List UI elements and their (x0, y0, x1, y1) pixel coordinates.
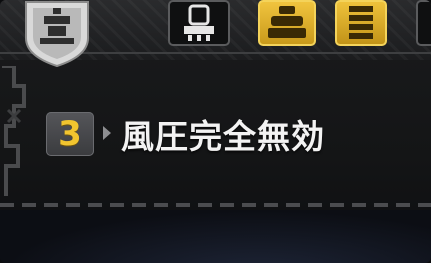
skill-detail-panel: 3 風圧完全無効 (0, 0, 431, 263)
armor-slot-active[interactable] (258, 0, 316, 46)
crest-emblem-icon (18, 0, 96, 68)
lower-panel (0, 210, 431, 263)
arrow-right-icon (103, 126, 111, 140)
dashed-divider (0, 203, 431, 207)
weapon-icon (184, 4, 214, 41)
weapon-slot[interactable] (168, 0, 230, 46)
armor-slot-active-2[interactable] (335, 0, 387, 46)
equipment-slot-bar (0, 0, 431, 68)
slot-icon[interactable] (416, 0, 431, 46)
armor-piece-icon (268, 6, 306, 38)
ornament-icon (2, 66, 26, 196)
armor-piece-icon (349, 6, 373, 39)
skill-name: 風圧完全無効 (121, 117, 325, 156)
skill-level-badge: 3 (46, 112, 94, 156)
skill-level: 3 (58, 114, 82, 154)
